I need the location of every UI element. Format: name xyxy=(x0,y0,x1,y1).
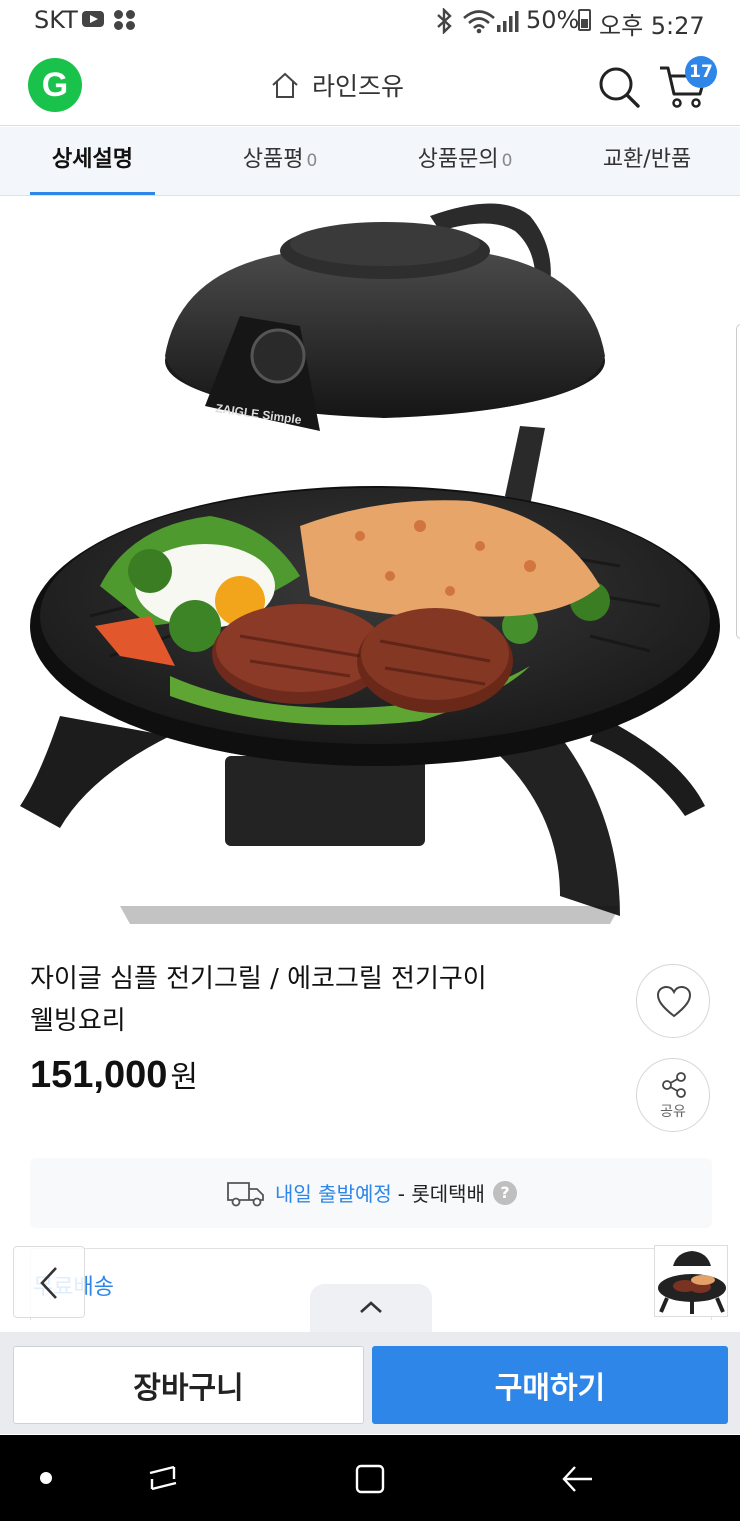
heart-icon xyxy=(656,985,692,1018)
add-to-cart-button[interactable]: 장바구니 xyxy=(13,1346,364,1424)
electric-grill-illustration: ZAIGLE Simple xyxy=(20,203,720,924)
tab-label: 상세설명 xyxy=(52,147,133,172)
gmarket-logo[interactable]: G xyxy=(28,58,82,112)
recent-item-thumbnail[interactable] xyxy=(654,1245,728,1317)
system-nav-bar xyxy=(0,1435,740,1521)
tab-label: 상품문의 xyxy=(417,147,499,172)
price-amount: 151,000 xyxy=(30,1054,168,1096)
recent-apps-icon[interactable] xyxy=(146,1461,180,1495)
grill-thumbnail-icon xyxy=(658,1251,726,1314)
tab-description[interactable]: 상세설명 xyxy=(30,127,155,195)
app-notification-icon xyxy=(114,10,136,30)
share-icon xyxy=(662,1072,686,1098)
product-price: 151,000 원 xyxy=(30,1052,198,1097)
tab-returns[interactable]: 교환/반품 xyxy=(585,127,709,195)
store-home-link[interactable]: 라인즈유 xyxy=(270,68,404,102)
battery-icon xyxy=(578,9,591,31)
wishlist-button[interactable] xyxy=(636,964,710,1038)
tab-reviews[interactable]: 상품평 0 xyxy=(220,127,340,195)
expand-toggle[interactable] xyxy=(310,1284,432,1334)
help-icon[interactable]: ? xyxy=(492,1180,517,1205)
back-button[interactable] xyxy=(13,1246,85,1318)
cart-count-badge: 17 xyxy=(685,56,717,88)
nav-dot-icon[interactable] xyxy=(40,1472,52,1484)
product-title: 자이글 심플 전기그릴 / 에코그릴 전기구이 웰빙요리 xyxy=(30,958,590,1042)
product-title-line: 자이글 심플 전기그릴 / 에코그릴 전기구이 xyxy=(30,964,487,994)
share-button[interactable]: 공유 xyxy=(636,1058,710,1132)
app-header: G 라인즈유 17 xyxy=(0,44,740,126)
tab-label: 교환/반품 xyxy=(602,147,692,172)
side-scroll-indicator xyxy=(736,324,740,639)
tab-inquiries[interactable]: 상품문의 0 xyxy=(400,127,530,195)
buy-now-button[interactable]: 구매하기 xyxy=(372,1346,728,1424)
ship-date: 내일 출발예정 xyxy=(275,1182,392,1206)
clock: 오후 5:27 xyxy=(599,12,705,40)
share-label: 공유 xyxy=(660,1104,686,1120)
price-currency: 원 xyxy=(170,1061,198,1094)
status-bar: SKT 50% 오후 5:27 xyxy=(0,0,740,44)
product-title-line: 웰빙요리 xyxy=(30,1006,126,1036)
bluetooth-icon xyxy=(437,8,452,34)
signal-icon xyxy=(497,11,519,32)
shipping-info: 내일 출발예정 - 롯데택배 ? xyxy=(30,1158,712,1228)
tab-count: 0 xyxy=(306,151,318,171)
home-nav-icon[interactable] xyxy=(354,1463,386,1495)
battery-percent: 50% xyxy=(526,6,580,34)
home-icon xyxy=(272,72,298,98)
wifi-icon xyxy=(463,10,495,34)
product-image[interactable]: ZAIGLE Simple xyxy=(0,196,740,934)
back-nav-icon[interactable] xyxy=(560,1463,594,1495)
carrier-label: SKT xyxy=(34,6,78,34)
truck-icon xyxy=(227,1181,264,1206)
purchase-bar: 장바구니 구매하기 xyxy=(0,1332,740,1434)
detail-tabs: 상세설명 상품평 0 상품문의 0 교환/반품 xyxy=(0,127,740,196)
tab-label: 상품평 xyxy=(242,147,304,172)
search-icon[interactable] xyxy=(596,64,642,110)
youtube-notification-icon xyxy=(82,11,104,27)
tab-count: 0 xyxy=(501,151,513,171)
chevron-up-icon xyxy=(360,1301,382,1313)
chevron-left-icon xyxy=(40,1267,57,1299)
courier-name: - 롯데택배 xyxy=(397,1182,485,1206)
store-name: 라인즈유 xyxy=(312,72,405,101)
